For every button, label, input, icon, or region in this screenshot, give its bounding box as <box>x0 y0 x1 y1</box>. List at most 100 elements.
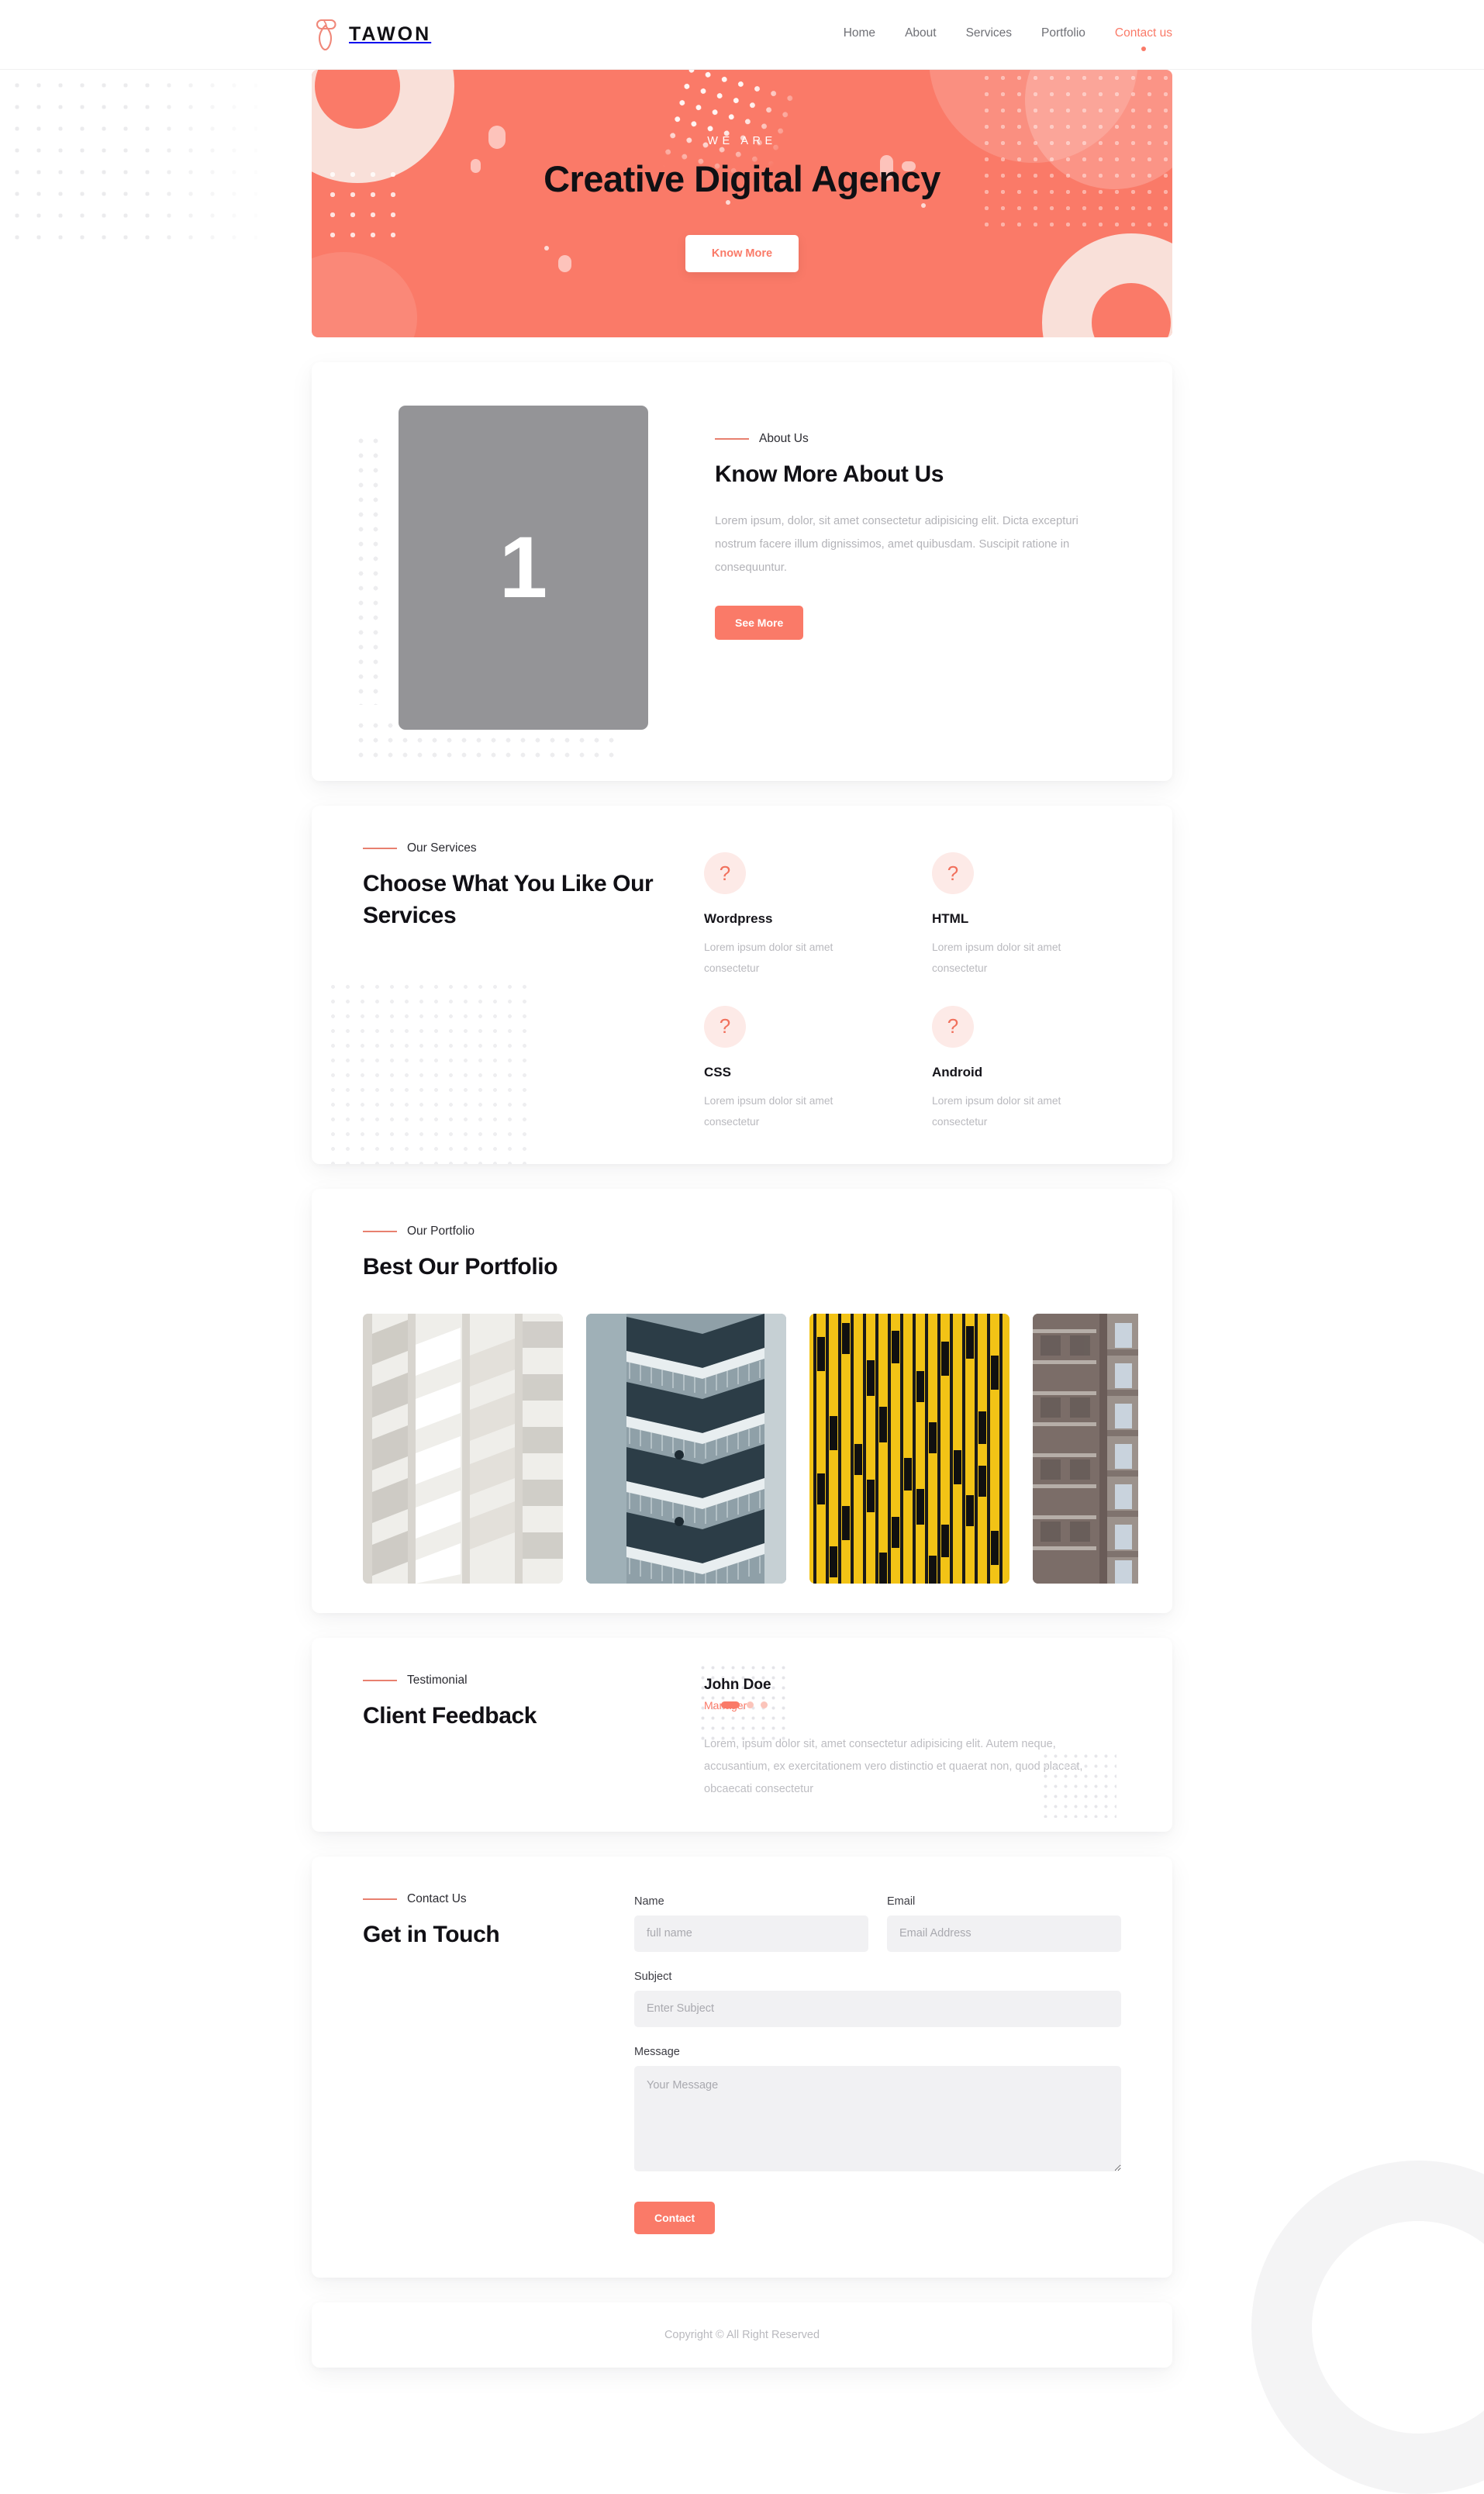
portfolio-item-yellow-facade[interactable] <box>809 1313 1009 1584</box>
service-description: Lorem ipsum dolor sit amet consectetur <box>704 1094 833 1128</box>
background-dot-pattern-left <box>0 68 271 254</box>
hero-section: WE ARE Creative Digital Agency Know More <box>312 70 1172 337</box>
message-field-group: Message <box>634 2046 1121 2175</box>
service-name: Wordpress <box>704 911 773 926</box>
testimonial-intro: Testimonial Client Feedback <box>363 1674 704 1801</box>
name-field-group: Name <box>634 1895 868 1952</box>
portfolio-item-teal-balconies[interactable] <box>586 1313 786 1584</box>
hero-eyebrow: WE ARE <box>707 134 777 147</box>
contact-section: Contact Us Get in Touch Name Email Subje… <box>312 1856 1172 2278</box>
service-card-android[interactable]: ? Android Lorem ipsum dolor sit amet con… <box>932 1005 1126 1133</box>
eyebrow-line-icon <box>363 1679 397 1681</box>
tawon-ribbon-logo-icon <box>312 17 338 53</box>
testimonial-pager-dot-pattern <box>1041 1750 1116 1818</box>
about-title: Know More About Us <box>715 461 944 487</box>
portfolio-grid <box>346 1313 1138 1584</box>
about-dot-pattern-vertical <box>354 434 383 705</box>
message-field-label: Message <box>634 2045 680 2058</box>
about-paragraph: Lorem ipsum, dolor, sit amet consectetur… <box>715 515 1078 574</box>
service-name: Android <box>932 1064 983 1079</box>
know-more-button[interactable]: Know More <box>685 235 799 273</box>
portfolio-section: Our Portfolio Best Our Portfolio <box>312 1188 1172 1613</box>
testimonial-carousel-pager[interactable] <box>721 1701 768 1708</box>
service-name: CSS <box>704 1064 731 1079</box>
main-navigation: Home About Services Portfolio Contact us <box>844 26 1172 43</box>
contact-form: Name Email Subject Message Contact <box>634 1892 1121 2234</box>
eyebrow-line-icon <box>363 848 397 849</box>
broken-image-icon: ? <box>704 852 746 894</box>
header-inner: TAWON Home About Services Portfolio Cont… <box>312 17 1172 53</box>
portfolio-eyebrow: Our Portfolio <box>363 1225 1138 1238</box>
eyebrow-line-icon <box>715 438 749 440</box>
subject-input[interactable] <box>634 1990 1121 2027</box>
message-textarea[interactable] <box>634 2065 1121 2171</box>
hero-decoration-pill-b <box>471 159 481 173</box>
testimonial-content: John Doe Manager Lorem, ipsum dolor sit,… <box>698 1662 1121 1818</box>
services-grid: ? Wordpress Lorem ipsum dolor sit amet c… <box>704 841 1126 1133</box>
nav-item-services[interactable]: Services <box>966 26 1012 43</box>
service-card-wordpress[interactable]: ? Wordpress Lorem ipsum dolor sit amet c… <box>704 852 898 979</box>
email-field-label: Email <box>887 1895 916 1908</box>
about-eyebrow-text: About Us <box>759 432 809 445</box>
subject-field-group: Subject <box>634 1971 1121 2027</box>
contact-submit-button[interactable]: Contact <box>634 2201 716 2234</box>
service-description: Lorem ipsum dolor sit amet consectetur <box>704 941 833 974</box>
services-eyebrow-text: Our Services <box>407 841 477 855</box>
testimonial-author-name: John Doe <box>704 1676 771 1693</box>
about-body: About Us Know More About Us Lorem ipsum,… <box>715 406 1110 730</box>
name-input[interactable] <box>634 1915 868 1952</box>
about-eyebrow: About Us <box>715 432 1110 446</box>
eyebrow-line-icon <box>363 1230 397 1232</box>
portfolio-item-white-balconies[interactable] <box>363 1313 563 1584</box>
about-section: 1 About Us Know More About Us Lorem ipsu… <box>312 362 1172 781</box>
services-dot-pattern <box>326 979 527 1164</box>
testimonial-eyebrow-text: Testimonial <box>407 1673 468 1687</box>
site-header: TAWON Home About Services Portfolio Cont… <box>0 0 1484 70</box>
services-eyebrow: Our Services <box>363 841 704 855</box>
brand-logo-link[interactable]: TAWON <box>312 17 431 53</box>
hero-decoration-left-dots <box>323 164 406 251</box>
nav-item-contact-us[interactable]: Contact us <box>1115 26 1172 43</box>
nav-item-portfolio[interactable]: Portfolio <box>1041 26 1085 43</box>
carousel-dot-1[interactable] <box>721 1701 740 1708</box>
service-name: HTML <box>932 911 969 926</box>
contact-eyebrow-text: Contact Us <box>407 1891 467 1905</box>
hero-decoration-top-left-ring <box>312 70 454 183</box>
site-footer: Copyright © All Right Reserved <box>312 2302 1172 2368</box>
contact-intro: Contact Us Get in Touch <box>363 1892 634 2234</box>
see-more-button[interactable]: See More <box>715 606 804 641</box>
copyright-text: Copyright © All Right Reserved <box>664 2328 820 2341</box>
portfolio-title: Best Our Portfolio <box>363 1253 558 1280</box>
testimonial-title: Client Feedback <box>363 1702 537 1729</box>
hero-content: WE ARE Creative Digital Agency Know More <box>544 134 940 273</box>
contact-eyebrow: Contact Us <box>363 1892 634 1906</box>
service-card-html[interactable]: ? HTML Lorem ipsum dolor sit amet consec… <box>932 852 1126 979</box>
nav-item-about[interactable]: About <box>905 26 937 43</box>
service-card-css[interactable]: ? CSS Lorem ipsum dolor sit amet consect… <box>704 1005 898 1133</box>
testimonial-section: Testimonial Client Feedback John Doe Man… <box>312 1637 1172 1832</box>
page-container: WE ARE Creative Digital Agency Know More… <box>312 70 1172 2368</box>
nav-item-home[interactable]: Home <box>844 26 875 43</box>
hero-decoration-bottom-left-blob <box>312 252 417 337</box>
portfolio-eyebrow-text: Our Portfolio <box>407 1224 475 1238</box>
brand-name: TAWON <box>349 23 432 45</box>
eyebrow-line-icon <box>363 1898 397 1900</box>
carousel-dot-3[interactable] <box>761 1701 768 1708</box>
hero-decoration-top-right-circle-outer <box>929 70 1138 163</box>
background-ring-decoration <box>1251 2161 1484 2494</box>
email-input[interactable] <box>887 1915 1121 1952</box>
hero-decoration-top-right-circle-inner <box>1025 70 1172 189</box>
contact-field-row: Name Email <box>634 1895 1121 1971</box>
hero-decoration-top-right-dots <box>978 70 1172 233</box>
broken-image-icon: ? <box>932 1005 974 1048</box>
email-field-group: Email <box>887 1895 1121 1952</box>
hero-decoration-bottom-right-ring <box>1042 233 1172 337</box>
portfolio-item-brown-tower[interactable] <box>1033 1313 1138 1584</box>
subject-field-label: Subject <box>634 1970 672 1983</box>
services-title: Choose What You Like Our Services <box>363 871 654 929</box>
broken-image-icon: ? <box>932 852 974 894</box>
services-section: Our Services Choose What You Like Our Se… <box>312 806 1172 1164</box>
carousel-dot-2[interactable] <box>747 1701 754 1708</box>
broken-image-icon: ? <box>704 1005 746 1048</box>
portfolio-head: Our Portfolio Best Our Portfolio <box>346 1225 1138 1283</box>
